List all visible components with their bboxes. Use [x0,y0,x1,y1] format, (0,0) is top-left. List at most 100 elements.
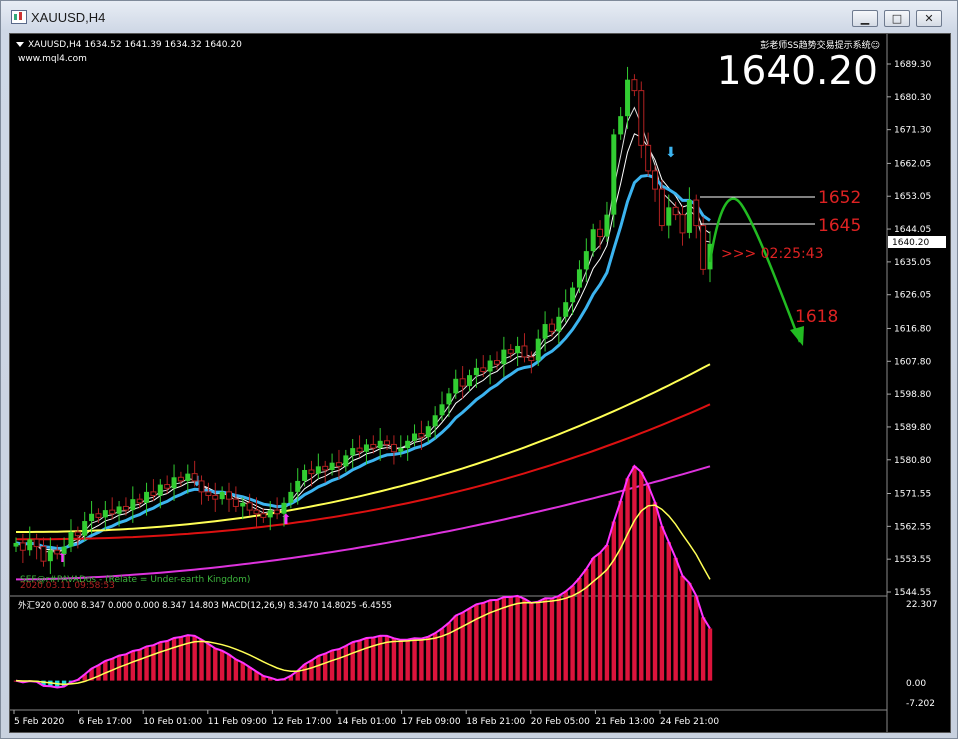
candle-body [548,323,555,332]
price-tick-label: 1562.55 [894,522,931,532]
candle-body [253,509,260,515]
candle-body [116,506,122,514]
candle-body [501,349,507,365]
candle-body [288,491,294,503]
macd-bar [632,465,637,681]
macd-bar [123,654,129,681]
macd-bar [590,557,596,681]
candle-body [171,477,177,489]
chart-area[interactable]: 1689.30 1680.30 1671.30 1662.05 1653.05 1644.… [9,33,951,733]
macd-bar [563,591,568,681]
symbol-info: XAUUSD,H4 1634.52 1641.39 1634.32 1640.2… [28,40,242,50]
candle-body [570,287,576,303]
candle-body [693,199,700,227]
candle-body [398,448,404,452]
candle-body [198,480,205,493]
macd-bar [309,660,314,681]
maximize-button[interactable]: □ [884,10,910,27]
macd-bar [474,604,479,681]
macd-bar [316,655,321,681]
macd-bar [357,640,362,681]
macd-bar [103,660,108,681]
current-price-tag-text: 1640.20 [892,238,929,248]
price-tick-label: 1635.05 [894,258,931,268]
candle-body [487,360,493,372]
website-label: www.mql4.com [18,54,87,64]
macd-bar [639,472,644,681]
level-label-1618: 1618 [795,307,838,327]
close-button[interactable]: ✕ [916,10,942,27]
minimize-button[interactable]: ▁ [852,10,878,27]
price-chart-svg[interactable]: 1689.30 1680.30 1671.30 1662.05 1653.05 1644.… [10,34,950,732]
candle-body [350,448,356,456]
price-tick-label: 1571.55 [894,490,931,500]
macd-bar [549,598,555,681]
candle-body [480,367,487,372]
macd-bar [185,635,190,681]
macd-bar [426,636,431,681]
macd-bar [611,521,617,681]
candle-body [281,502,287,514]
candle-body [521,345,528,358]
time-tick-label: 20 Feb 05:00 [531,717,590,727]
candle-body [370,443,377,449]
candle-body [563,302,569,317]
candle-body [672,206,679,216]
macd-bar [164,640,170,681]
macd-bar [687,583,692,681]
big-price-display: 1640.20 [717,49,878,94]
candle-body [95,513,102,518]
macd-bar [137,649,142,681]
candle-body [136,498,143,504]
candle-body [157,484,163,496]
candle-body [267,510,273,518]
buy-arrow-icon: ⬆ [280,512,292,528]
macd-bar [323,653,328,681]
candle-body [515,345,521,354]
chart-background [10,34,950,732]
candle-body [89,513,95,522]
candle-body [232,498,239,507]
macd-bar [494,599,500,681]
candle-body [658,188,665,227]
macd-bar [645,485,651,681]
candle-body [590,229,596,252]
candle-body [308,469,315,475]
macd-bar [432,633,438,681]
macd-bar [350,642,355,681]
candle-body [205,491,212,497]
macd-bar [419,638,424,681]
candle-body [542,324,548,339]
title-bar[interactable]: XAUUSD,H4 ▁ □ ✕ [1,1,957,33]
candle-body [68,531,74,547]
time-tick-label: 11 Feb 09:00 [208,717,267,727]
candle-body [47,550,53,562]
candle-body [74,531,81,537]
macd-bar [405,639,410,681]
macd-bar [501,597,507,681]
candle-body [700,225,707,270]
macd-bar [680,575,685,681]
macd-bar [707,628,713,681]
candle-body [54,549,61,555]
macd-bar [604,545,610,681]
macd-bar [398,639,403,681]
candle-body [453,378,459,394]
price-tick-label: 1607.80 [894,357,931,367]
minimize-icon: ▁ [860,12,870,25]
candle-body [212,495,219,500]
candle-body [473,367,479,376]
macd-bar [144,646,149,681]
candle-body [390,443,397,453]
macd-bar [377,635,383,681]
candle-body [467,375,473,387]
candle-body [40,546,47,562]
price-tick-label: 1626.05 [894,291,931,301]
candle-body [439,404,445,416]
candle-body [418,433,425,438]
price-tick-label: 1544.55 [894,588,931,598]
candle-body [686,200,692,233]
price-tick-label: 1671.30 [894,126,931,136]
terminal-window: XAUUSD,H4 ▁ □ ✕ 1689.30 1680.30 1671.30 166… [0,0,958,739]
watermark-line2: 2020.03.11 09:58:53 [20,581,115,591]
